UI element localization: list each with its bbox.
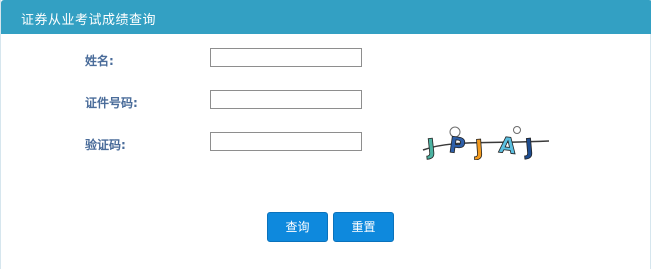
panel-title: 证券从业考试成绩查询 <box>21 13 157 28</box>
svg-text:P: P <box>447 133 466 160</box>
captcha-image[interactable]: J P J A J <box>421 124 553 160</box>
reset-button[interactable]: 重置 <box>333 212 394 242</box>
captcha-field[interactable] <box>210 132 362 151</box>
query-panel: 证券从业考试成绩查询 姓名: 证件号码: 验证码: J P J A J 查询 重… <box>0 0 651 269</box>
svg-text:J: J <box>522 135 534 160</box>
name-field[interactable] <box>210 48 362 67</box>
svg-text:J: J <box>424 135 437 160</box>
captcha-label: 验证码: <box>85 138 126 152</box>
svg-text:A: A <box>498 133 518 160</box>
name-label: 姓名: <box>85 54 114 68</box>
query-button[interactable]: 查询 <box>267 212 328 242</box>
panel-header: 证券从业考试成绩查询 <box>1 0 651 34</box>
svg-text:J: J <box>472 136 484 160</box>
id-number-label: 证件号码: <box>85 96 138 110</box>
id-number-field[interactable] <box>210 90 362 109</box>
